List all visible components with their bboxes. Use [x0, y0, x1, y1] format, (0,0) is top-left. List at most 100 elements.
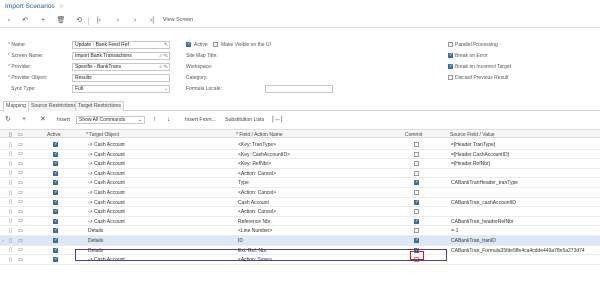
attach-icon[interactable]: ▯ [9, 180, 12, 186]
target-object-cell[interactable]: -> Cash Account [88, 161, 228, 167]
column-target-object[interactable]: * Target Object [86, 132, 119, 138]
row-active-checkbox[interactable] [53, 179, 58, 186]
attach-icon[interactable]: ▯ [9, 257, 12, 263]
source-field-cell[interactable]: CABankTran_Formula35fde5ffe4ca4cdde449a7… [451, 248, 599, 254]
field-action-cell[interactable]: <Key: RefNbr> [238, 161, 398, 167]
view-screen-button[interactable]: View Screen [163, 17, 193, 23]
row-commit-checkbox[interactable] [414, 142, 419, 147]
name-field[interactable]: Update - Bank Feed Ref ✎ [72, 41, 170, 49]
active-checkbox[interactable] [186, 41, 191, 47]
source-field-cell[interactable]: CABankTran_cashAccountID [451, 200, 599, 206]
row-active-checkbox[interactable] [53, 170, 58, 176]
target-object-cell[interactable]: -> Cash Account [88, 209, 228, 215]
row-active-checkbox[interactable] [53, 247, 58, 253]
row-commit-checkbox[interactable] [414, 228, 419, 234]
row-active-checkbox[interactable] [53, 151, 58, 157]
edit-icon[interactable]: ✎ [164, 42, 168, 48]
attach-icon[interactable]: ▯ [9, 218, 12, 224]
save-icon[interactable]: ▫ [4, 16, 14, 26]
attach-icon[interactable]: ▯ [9, 228, 12, 234]
row-active-checkbox[interactable] [53, 227, 58, 234]
visible-on-ui-checkbox[interactable] [213, 42, 218, 47]
tab-mapping[interactable]: Mapping [3, 101, 29, 112]
provider-search-icon[interactable]: ⌕ ✎ [159, 64, 168, 70]
table-row[interactable]: ▯ ▭ -> Cash Account <Action: Cancel> [0, 207, 600, 217]
sync-type-select[interactable]: Full ⌄ [72, 85, 170, 93]
note-icon[interactable]: ▭ [18, 170, 23, 176]
target-object-cell[interactable]: -> Cash Account [88, 190, 228, 196]
row-active-checkbox[interactable] [53, 189, 58, 195]
attach-icon[interactable]: ▯ [9, 199, 12, 205]
table-row[interactable]: ▯ ▭ -> Cash Account Type CABankTranHeader_tr… [0, 178, 600, 188]
field-action-cell[interactable]: Reference Nbr. [238, 219, 398, 225]
search-icon[interactable]: ⌕ ✎ [159, 53, 168, 59]
row-active-checkbox[interactable] [53, 256, 58, 263]
note-icon[interactable]: ▭ [18, 238, 23, 244]
row-active-checkbox[interactable] [53, 208, 58, 215]
row-commit-checkbox[interactable] [414, 170, 419, 176]
table-row[interactable]: ▯ ▭ Details <Line Number> =-1 [0, 226, 600, 236]
field-action-cell[interactable]: ID [238, 238, 398, 244]
previous-record-icon[interactable]: ‹ [113, 16, 123, 26]
row-commit-checkbox[interactable] [414, 237, 419, 243]
copy-paste-icon[interactable]: ⟲ [74, 16, 84, 26]
row-active-checkbox[interactable] [53, 160, 58, 167]
provider-object-field[interactable]: Results [72, 74, 170, 82]
source-field-cell[interactable]: =[Header.TranType] [451, 142, 599, 148]
row-commit-checkbox[interactable] [414, 161, 419, 167]
row-active-checkbox[interactable] [53, 141, 58, 147]
attach-icon[interactable]: ▯ [9, 142, 12, 148]
tab-target-restrictions[interactable]: Target Restrictions [75, 101, 124, 111]
chevron-down-icon[interactable]: ⌄ [164, 86, 168, 92]
table-row[interactable]: ▯ ▭ -> Cash Account <Action: Cancel> [0, 188, 600, 198]
break-on-incorrect-target-checkbox[interactable] [448, 63, 453, 69]
show-commands-select[interactable]: Show All Commands ⌄ [76, 116, 145, 124]
break-on-error-checkbox[interactable] [448, 52, 453, 58]
note-icon[interactable]: ▭ [18, 142, 23, 148]
note-icon[interactable]: ▭ [18, 257, 23, 263]
field-action-cell[interactable]: <Action: Cancel> [238, 209, 398, 215]
attach-icon[interactable]: ▯ [9, 238, 12, 244]
insert-from-button[interactable]: Insert From... [185, 117, 216, 123]
table-row[interactable]: ▯ ▭ -> Cash Account <Key: TranType> =[Header… [0, 140, 600, 150]
target-object-cell[interactable]: Details [88, 238, 228, 244]
move-up-icon[interactable]: ↑ [153, 116, 157, 124]
field-action-cell[interactable]: <Action: Cancel> [238, 190, 398, 196]
field-action-cell[interactable]: <Key: CashAccountID> [238, 152, 398, 158]
favorite-star-icon[interactable]: ☆ [59, 4, 64, 10]
note-icon[interactable]: ▭ [18, 199, 23, 205]
column-active[interactable]: Active [47, 132, 61, 138]
note-icon[interactable]: ▭ [18, 209, 23, 215]
row-commit-checkbox[interactable] [414, 199, 419, 205]
undo-icon[interactable]: ↶ [20, 16, 30, 26]
note-icon[interactable]: ▭ [18, 180, 23, 186]
fit-columns-icon[interactable]: |↔| [272, 116, 283, 124]
parallel-processing-checkbox[interactable] [448, 42, 453, 47]
formula-locale-field[interactable] [265, 85, 333, 93]
field-action-cell[interactable]: <Key: TranType> [238, 142, 398, 148]
screen-name-field[interactable]: Import Bank Transactions ⌕ ✎ [72, 52, 170, 60]
source-field-cell[interactable]: CABankTran_tranID [451, 238, 599, 244]
row-commit-checkbox[interactable] [414, 190, 419, 195]
provider-field[interactable]: Specifix - BankTrans ⌕ ✎ [72, 63, 170, 71]
column-source-field[interactable]: Source Field / Value [450, 132, 495, 138]
note-icon[interactable]: ▭ [18, 161, 23, 167]
table-row[interactable]: ▯ ▭ -> Cash Account Cash Account CABankTran_… [0, 198, 600, 208]
attach-icon[interactable]: ▯ [9, 151, 12, 157]
field-action-cell[interactable]: Cash Account [238, 200, 398, 206]
attach-icon[interactable]: ▯ [9, 170, 12, 176]
note-icon[interactable]: ▭ [18, 218, 23, 224]
table-row[interactable]: › ▯ ▭ Details ID CABankTran_tranID [0, 236, 600, 246]
source-field-cell[interactable]: =[Header.RefNbr] [451, 161, 599, 167]
move-down-icon[interactable]: ↓ [167, 116, 171, 124]
row-commit-checkbox[interactable] [414, 218, 419, 224]
row-active-checkbox[interactable] [53, 199, 58, 205]
target-object-cell[interactable]: -> Cash Account [88, 142, 228, 148]
discard-previous-result-checkbox[interactable] [448, 75, 453, 80]
attach-icon[interactable]: ▯ [9, 190, 12, 196]
row-commit-checkbox[interactable] [414, 209, 419, 215]
field-action-cell[interactable]: <Action: Cancel> [238, 171, 398, 177]
insert-button[interactable]: Insert [57, 117, 70, 123]
target-object-cell[interactable]: Details [88, 228, 228, 234]
target-object-cell[interactable]: -> Cash Account [88, 219, 228, 225]
